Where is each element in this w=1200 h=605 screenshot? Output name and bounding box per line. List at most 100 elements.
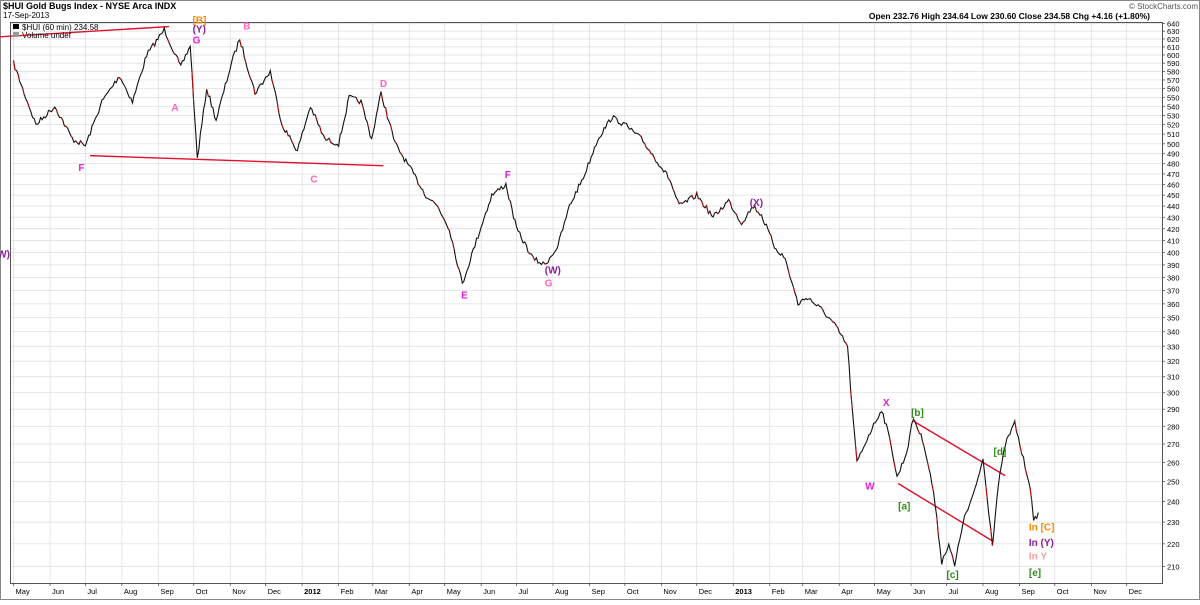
y-tick-label: 520 xyxy=(1167,121,1180,130)
wave-label: In (Y) xyxy=(1029,538,1054,549)
y-tick-label: 400 xyxy=(1167,249,1180,258)
wave-label: C xyxy=(310,174,317,185)
ohlc-summary: Open 232.76 High 234.64 Low 230.60 Close… xyxy=(869,11,1150,21)
y-tick-label: 270 xyxy=(1167,440,1180,449)
x-tick-label: Jul xyxy=(87,587,97,596)
x-tick-label: Sep xyxy=(592,587,605,596)
x-tick-label: Oct xyxy=(196,587,209,596)
chart-frame: W) [B] (Y) G A B F C D E F (W) G (X) X W [b] [a] [d] [c] In … xyxy=(0,0,1200,600)
x-tick-label: Oct xyxy=(1057,587,1070,596)
wave-label: [b] xyxy=(911,408,924,419)
wave-label: [d] xyxy=(994,447,1007,458)
y-tick-label: 550 xyxy=(1167,93,1180,102)
y-tick-label: 480 xyxy=(1167,160,1180,169)
y-tick-label: 640 xyxy=(1167,20,1180,29)
y-tick-label: 310 xyxy=(1167,373,1180,382)
x-tick-label: Mar xyxy=(375,587,388,596)
x-tick-label: Apr xyxy=(841,587,853,596)
x-tick-label: 2013 xyxy=(735,587,752,596)
x-tick-label: Sep xyxy=(1021,587,1034,596)
stockcharts-watermark: © StockCharts.com xyxy=(1129,2,1198,11)
y-tick-label: 620 xyxy=(1167,35,1180,44)
y-tick-label: 610 xyxy=(1167,43,1180,52)
wave-label: (X) xyxy=(750,198,763,209)
wave-label: B xyxy=(243,22,250,33)
wave-label: [a] xyxy=(898,502,910,513)
wave-label: W xyxy=(865,481,875,492)
wave-label: W) xyxy=(0,249,10,260)
wave-label: F xyxy=(505,170,511,181)
y-tick-label: 500 xyxy=(1167,140,1180,149)
wave-label: D xyxy=(380,79,387,90)
x-tick-label: Feb xyxy=(341,587,354,596)
y-tick-label: 370 xyxy=(1167,287,1180,296)
chart-symbol-title: $HUI Gold Bugs Index - NYSE Arca INDX xyxy=(3,1,176,11)
y-tick-label: 630 xyxy=(1167,27,1180,36)
x-tick-label: Jun xyxy=(483,587,495,596)
volume-legend-swatch xyxy=(13,32,19,37)
x-tick-label: Nov xyxy=(663,587,677,596)
y-tick-label: 360 xyxy=(1167,300,1180,309)
x-tick-label: Dec xyxy=(699,587,713,596)
wave-label: In [C] xyxy=(1029,523,1055,534)
wave-label: F xyxy=(78,163,84,174)
y-tick-label: 210 xyxy=(1167,562,1180,571)
y-tick-label: 320 xyxy=(1167,357,1180,366)
x-tick-label: Nov xyxy=(1093,587,1107,596)
wave-label: (Y) xyxy=(193,25,206,36)
wave-label: In Y xyxy=(1029,552,1047,563)
y-tick-label: 380 xyxy=(1167,274,1180,283)
y-tick-label: 340 xyxy=(1167,328,1180,337)
y-tick-label: 410 xyxy=(1167,236,1180,245)
x-tick-label: May xyxy=(877,587,891,596)
x-tick-label: Aug xyxy=(985,587,998,596)
x-tick-label: Apr xyxy=(411,587,423,596)
y-tick-label: 250 xyxy=(1167,478,1180,487)
y-tick-label: 470 xyxy=(1167,170,1180,179)
y-tick-label: 460 xyxy=(1167,180,1180,189)
y-tick-label: 280 xyxy=(1167,422,1180,431)
y-tick-label: 590 xyxy=(1167,59,1180,68)
wave-label: [c] xyxy=(946,570,958,581)
x-tick-label: May xyxy=(16,587,30,596)
y-tick-label: 570 xyxy=(1167,76,1180,85)
y-tick-label: 420 xyxy=(1167,225,1180,234)
wave-label: (W) xyxy=(545,266,561,277)
y-tick-label: 430 xyxy=(1167,213,1180,222)
y-tick-label: 290 xyxy=(1167,405,1180,414)
y-tick-label: 540 xyxy=(1167,102,1180,111)
y-tick-label: 510 xyxy=(1167,130,1180,139)
y-tick-label: 580 xyxy=(1167,67,1180,76)
x-tick-label: 2012 xyxy=(304,587,321,596)
y-tick-label: 300 xyxy=(1167,389,1180,398)
y-tick-label: 390 xyxy=(1167,261,1180,270)
x-tick-label: Sep xyxy=(160,587,173,596)
wave-label: A xyxy=(171,103,178,114)
volume-legend-label: Volume undef xyxy=(22,31,72,40)
x-tick-label: Oct xyxy=(627,587,640,596)
wave-label: G xyxy=(545,279,553,290)
x-tick-label: Dec xyxy=(1129,587,1143,596)
wave-label: G xyxy=(193,36,201,47)
x-tick-label: Nov xyxy=(232,587,246,596)
x-tick-label: Jun xyxy=(913,587,925,596)
y-tick-label: 490 xyxy=(1167,150,1180,159)
series-legend-swatch xyxy=(13,24,19,29)
x-tick-label: Jul xyxy=(519,587,529,596)
y-tick-label: 600 xyxy=(1167,51,1180,60)
y-tick-label: 230 xyxy=(1167,518,1180,527)
y-tick-label: 330 xyxy=(1167,342,1180,351)
x-tick-label: Aug xyxy=(124,587,137,596)
x-tick-label: Jul xyxy=(948,587,958,596)
y-tick-label: 220 xyxy=(1167,540,1180,549)
y-tick-label: 560 xyxy=(1167,85,1180,94)
x-tick-label: Dec xyxy=(268,587,282,596)
y-tick-label: 260 xyxy=(1167,458,1180,467)
y-tick-label: 450 xyxy=(1167,191,1180,200)
wave-label: [e] xyxy=(1029,568,1041,579)
x-tick-label: Jun xyxy=(52,587,64,596)
y-tick-label: 530 xyxy=(1167,111,1180,120)
x-tick-label: May xyxy=(447,587,461,596)
x-tick-label: Feb xyxy=(772,587,785,596)
y-tick-label: 240 xyxy=(1167,497,1180,506)
